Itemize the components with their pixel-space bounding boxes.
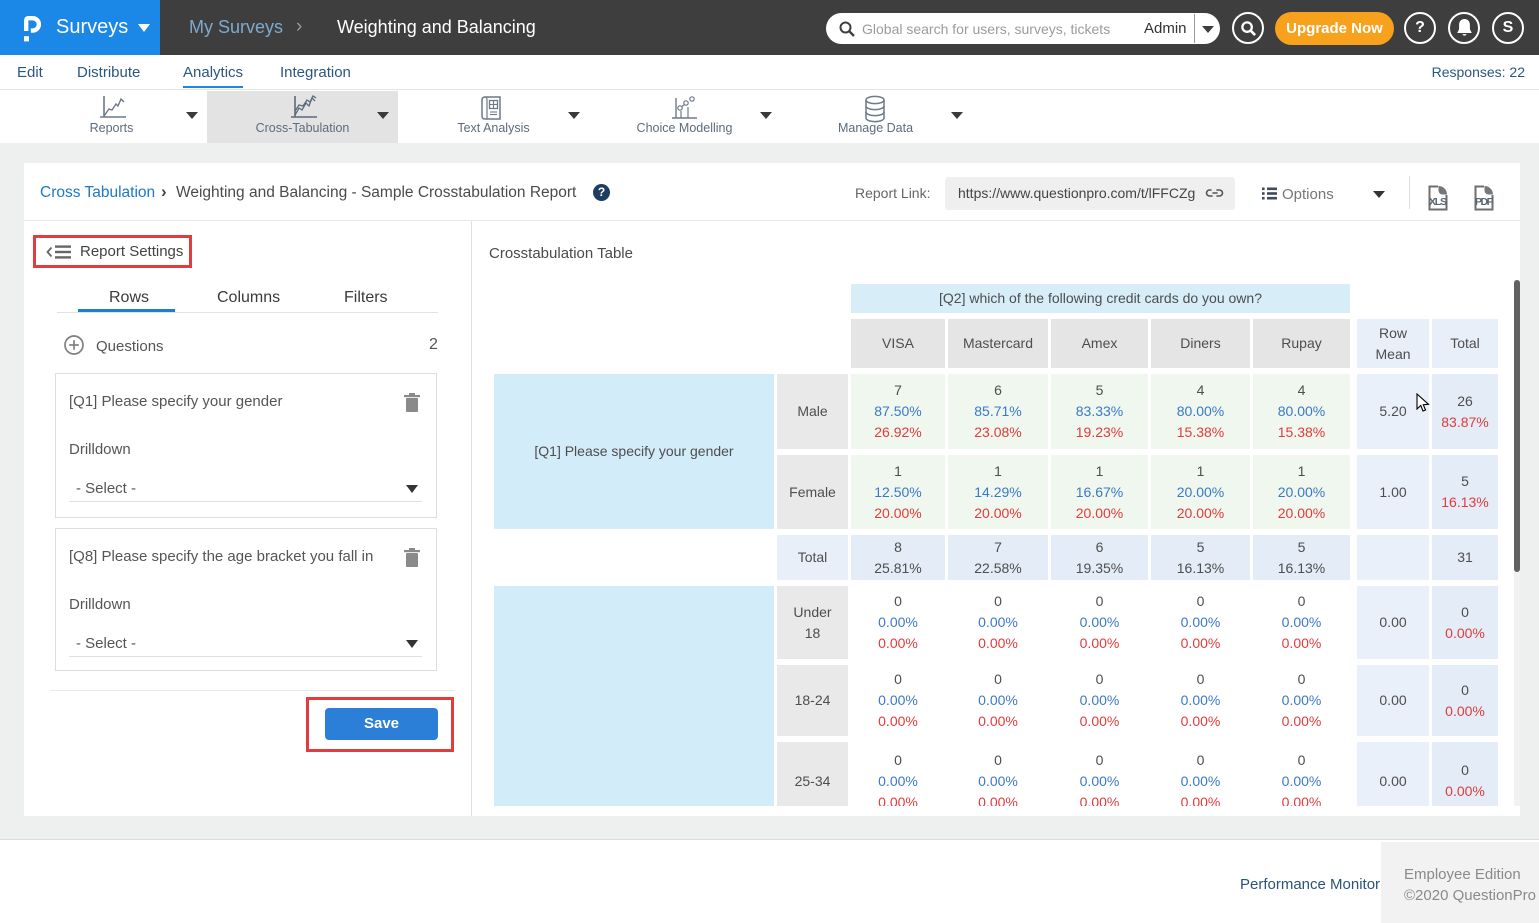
svg-text:PDF: PDF [1475, 196, 1494, 208]
svg-text:XLS: XLS [1429, 196, 1447, 208]
